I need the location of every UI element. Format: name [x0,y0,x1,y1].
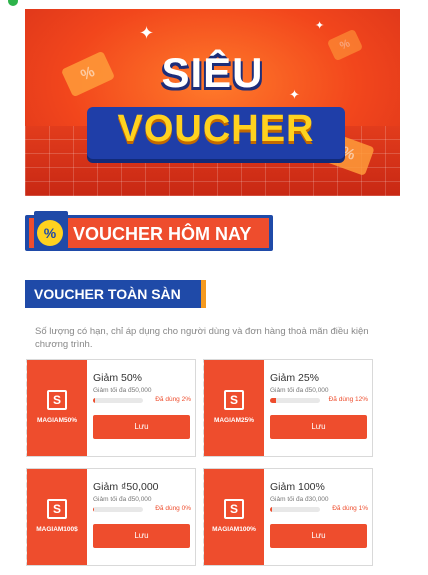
usage-progress-bar [93,507,143,512]
shopee-bag-icon: S [224,390,244,410]
voucher-code: MAGIAM100% [212,526,256,533]
usage-progress-bar [270,398,320,403]
top-strip [0,0,428,8]
voucher-max-discount: Giảm tối đa đ50,000 [270,387,329,394]
save-voucher-button[interactable]: Lưu [270,524,367,548]
banner-title-line2: VOUCHER [117,108,315,150]
voucher-title: Giảm 100% [270,481,325,493]
save-voucher-button[interactable]: Lưu [270,415,367,439]
voucher-max-discount: Giảm tối đa đ50,000 [93,496,152,503]
status-dot-icon [8,0,18,6]
section-title-today: VOUCHER HÔM NAY [73,224,252,244]
voucher-title: Giảm 25% [270,372,320,384]
terms-note: Số lượng có hạn, chỉ áp dụng cho người d… [35,326,369,350]
usage-progress-bar [93,398,143,403]
voucher-logo-panel: S MAGIAM100% [201,469,264,565]
usage-text: Đã dùng 0% [155,505,191,512]
voucher-code: MAGIAM100$ [36,526,78,533]
voucher-logo-panel: S MAGIAM25% [201,360,264,456]
save-voucher-button[interactable]: Lưu [93,524,190,548]
shopee-bag-icon: S [224,499,244,519]
sparkle-icon: ✦ [315,20,325,32]
section-title-all: VOUCHER TOÀN SÀN [34,286,181,302]
usage-text: Đã dùng 12% [328,396,368,403]
voucher-card: S MAGIAM50% Giảm 50% Giảm tối đa đ50,000… [24,359,196,457]
voucher-title: Giảm ₫50,000 [93,481,159,493]
usage-progress-bar [270,507,320,512]
voucher-card: S MAGIAM100$ Giảm ₫50,000 Giảm tối đa đ5… [24,468,196,566]
percent-badge-icon: % [37,220,63,246]
shopee-bag-icon: S [47,499,67,519]
save-voucher-button[interactable]: Lưu [93,415,190,439]
sparkle-icon: ✦ [139,23,155,43]
voucher-logo-panel: S MAGIAM50% [24,360,87,456]
usage-text: Đã dùng 1% [332,505,368,512]
sieu-voucher-banner[interactable]: % % % ✦ ✦ ✦ SIÊU VOUCHER [25,9,400,196]
voucher-max-discount: Giảm tối đa đ50,000 [93,387,152,394]
banner-title-line1: SIÊU [161,49,264,96]
voucher-code: MAGIAM25% [213,417,255,424]
voucher-code: MAGIAM50% [36,417,78,424]
shopee-bag-icon: S [47,390,67,410]
voucher-max-discount: Giảm tối đa đ30,000 [270,496,329,503]
voucher-title: Giảm 50% [93,372,143,384]
voucher-card: S MAGIAM100% Giảm 100% Giảm tối đa đ30,0… [201,468,373,566]
usage-text: Đã dùng 2% [155,396,191,403]
voucher-card: S MAGIAM25% Giảm 25% Giảm tối đa đ50,000… [201,359,373,457]
voucher-logo-panel: S MAGIAM100$ [24,469,87,565]
section-header-all: VOUCHER TOÀN SÀN [25,280,206,308]
